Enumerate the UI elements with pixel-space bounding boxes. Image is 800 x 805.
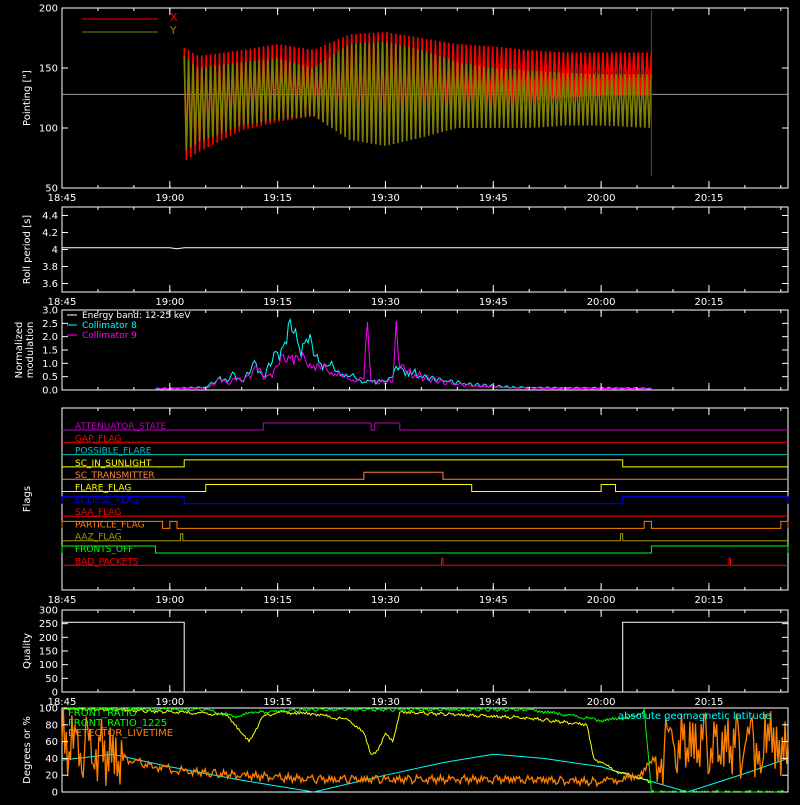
y-tick-label: 4.2 bbox=[42, 228, 58, 239]
y-axis-label: Quality bbox=[22, 633, 33, 669]
y-axis-label: Degrees or % bbox=[22, 716, 33, 784]
y-tick-label: 1.0 bbox=[42, 359, 58, 370]
y-tick-label: 100 bbox=[39, 704, 58, 715]
flag-label: ATTENUATOR_STATE bbox=[75, 422, 167, 432]
y-tick-label: 2.0 bbox=[42, 332, 58, 343]
flag-label: POSSIBLE_FLARE bbox=[75, 447, 152, 457]
y-tick-label: 80 bbox=[45, 720, 58, 731]
legend-label: Y bbox=[169, 24, 177, 37]
x-tick-label: 20:15 bbox=[695, 193, 724, 204]
chart-stage: X Y 50 100 150 200 Pointing ["] 18:45 19:00 19:15… bbox=[0, 0, 800, 800]
y-tick-label: 20 bbox=[45, 771, 58, 782]
y-tick-label: 60 bbox=[45, 737, 58, 748]
legend-label: X bbox=[170, 11, 178, 24]
x-tick-label: 19:00 bbox=[155, 193, 184, 204]
y-tick-label: 4 bbox=[52, 245, 58, 256]
flag-label: FRONTS_OFF bbox=[75, 545, 133, 555]
flag-label: BAD_PACKETS bbox=[75, 557, 139, 567]
y-axis-label: Flags bbox=[22, 486, 33, 512]
x-tick-label: 20:00 bbox=[587, 297, 616, 308]
x-tick-label: 19:15 bbox=[263, 595, 292, 606]
y-tick-label: 3.8 bbox=[42, 262, 58, 273]
y-tick-label: 2.5 bbox=[42, 319, 58, 330]
legend-label: absolute geomagnetic latitude bbox=[618, 711, 771, 722]
x-tick-label: 19:45 bbox=[479, 297, 508, 308]
x-tick-label: 19:30 bbox=[371, 297, 400, 308]
x-tick-label: 19:45 bbox=[479, 595, 508, 606]
x-tick-label: 20:15 bbox=[695, 297, 724, 308]
flag-label: FLARE_FLAG bbox=[75, 484, 131, 494]
y-axis-label: Roll period [s] bbox=[22, 215, 33, 284]
flag-label: PARTICLE_FLAG bbox=[75, 520, 145, 530]
x-tick-label: 19:45 bbox=[479, 697, 508, 708]
x-tick-label: 19:15 bbox=[263, 697, 292, 708]
x-tick-label: 20:15 bbox=[695, 697, 724, 708]
flag-label: ECLIPSE_FLAG bbox=[75, 496, 139, 506]
flag-label: SC_IN_SUNLIGHT bbox=[75, 459, 152, 469]
y-tick-label: 40 bbox=[45, 754, 58, 765]
flag-label: SAA_FLAG bbox=[75, 508, 121, 518]
y-tick-label: 200 bbox=[39, 4, 58, 15]
legend-label: DETECTOR_LIVETIME bbox=[68, 728, 173, 739]
flag-label: GAP_FLAG bbox=[75, 434, 121, 444]
x-tick-label: 19:15 bbox=[263, 193, 292, 204]
y-tick-label: 3.6 bbox=[42, 279, 58, 290]
legend-label: Collimator 9 bbox=[82, 331, 137, 341]
legend-label: Collimator 8 bbox=[82, 321, 137, 331]
x-tick-label: 19:30 bbox=[371, 697, 400, 708]
y-tick-label: 100 bbox=[39, 124, 58, 135]
x-tick-label: 19:00 bbox=[155, 297, 184, 308]
y-axis-label-2: modulation bbox=[25, 322, 36, 379]
x-tick-label: 18:45 bbox=[48, 595, 77, 606]
y-tick-label: 50 bbox=[45, 674, 58, 685]
y-tick-label: 150 bbox=[39, 647, 58, 658]
y-tick-label: 0.5 bbox=[42, 372, 58, 383]
x-tick-label: 18:45 bbox=[48, 193, 77, 204]
x-tick-label: 19:45 bbox=[479, 193, 508, 204]
y-tick-label: 100 bbox=[39, 660, 58, 671]
x-tick-label: 20:15 bbox=[695, 595, 724, 606]
y-tick-label: 0.0 bbox=[42, 386, 58, 397]
y-tick-label: 1.5 bbox=[42, 346, 58, 357]
y-axis-label: Pointing ["] bbox=[22, 70, 33, 126]
x-tick-label: 19:15 bbox=[263, 297, 292, 308]
x-tick-label: 19:00 bbox=[155, 697, 184, 708]
x-tick-label: 19:00 bbox=[155, 595, 184, 606]
background bbox=[0, 0, 800, 800]
y-axis-label: Normalized bbox=[14, 322, 25, 379]
y-tick-label: 4.4 bbox=[42, 211, 58, 222]
flag-label: SC_TRANSMITTER bbox=[75, 471, 155, 481]
x-tick-label: 20:00 bbox=[587, 193, 616, 204]
y-tick-label: 300 bbox=[39, 606, 58, 617]
y-tick-label: 200 bbox=[39, 633, 58, 644]
y-tick-label: 150 bbox=[39, 64, 58, 75]
y-tick-label: 3.0 bbox=[42, 306, 58, 317]
x-tick-label: 19:30 bbox=[371, 595, 400, 606]
y-tick-label: 0 bbox=[52, 788, 58, 799]
flag-label: AAZ_FLAG bbox=[75, 533, 122, 543]
y-tick-label: 250 bbox=[39, 619, 58, 630]
x-tick-label: 20:00 bbox=[587, 697, 616, 708]
orbit-summary-chart: XY50100150200Pointing ["]18:45 19:00 19:15… bbox=[0, 0, 800, 800]
x-tick-label: 20:00 bbox=[587, 595, 616, 606]
x-tick-label: 19:30 bbox=[371, 193, 400, 204]
